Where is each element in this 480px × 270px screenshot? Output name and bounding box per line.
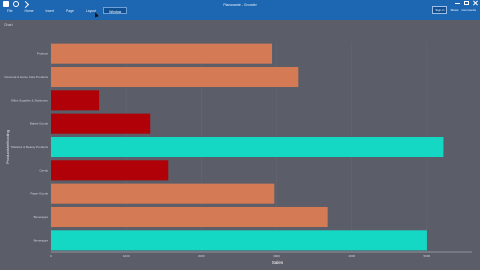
- ribbon-right-tools: Sign in Share Comments: [432, 6, 476, 14]
- tab-layout[interactable]: Layout: [81, 7, 101, 14]
- tab-window[interactable]: Window: [103, 7, 128, 14]
- bar[interactable]: [51, 90, 100, 111]
- sign-in-button[interactable]: Sign in: [432, 6, 448, 14]
- y-axis-title: Productshelfcoding: [5, 130, 10, 164]
- category-label: Beverages: [34, 215, 49, 219]
- tab-file[interactable]: File: [2, 7, 17, 14]
- x-tick-label: 4000: [348, 254, 355, 258]
- bar[interactable]: [51, 160, 169, 181]
- x-tick-label: 0: [50, 254, 52, 258]
- window-controls: [455, 1, 478, 5]
- category-label: Produce: [37, 52, 49, 56]
- bar[interactable]: [51, 183, 275, 204]
- tab-home[interactable]: Home: [19, 7, 38, 14]
- x-tick-label: 5000: [424, 254, 431, 258]
- x-tick-label: 1000: [123, 254, 130, 258]
- ribbon-tabs: File Home Insert Page Layout Window: [2, 7, 128, 14]
- x-tick-label: 3000: [273, 254, 280, 258]
- x-tick-label: 2000: [198, 254, 205, 258]
- bar[interactable]: [51, 206, 328, 228]
- category-label: Personal & Home Care Products: [4, 75, 48, 79]
- bar[interactable]: [51, 66, 299, 88]
- bar[interactable]: [51, 230, 427, 251]
- category-label: Toiletries & Beauty Products: [10, 145, 48, 149]
- category-label: Office Supplies & Stationery: [11, 98, 49, 102]
- bar[interactable]: [51, 43, 273, 64]
- close-icon[interactable]: [473, 1, 478, 5]
- share-button[interactable]: Share: [450, 8, 458, 12]
- category-label: Candy: [39, 168, 48, 172]
- category-label: Beverages: [34, 238, 49, 242]
- maximize-icon[interactable]: [464, 1, 469, 5]
- category-label: Paper Goods: [30, 192, 48, 196]
- tab-page[interactable]: Page: [61, 7, 79, 14]
- category-label: Baked Goods: [30, 122, 49, 126]
- bar-chart: Produce Personal & Home Care Products Offi…: [4, 42, 472, 265]
- bar[interactable]: [51, 136, 444, 158]
- tab-insert[interactable]: Insert: [41, 7, 59, 14]
- x-axis-title: Sales: [272, 260, 284, 265]
- comments-button[interactable]: Comments: [461, 8, 476, 12]
- bar[interactable]: [51, 113, 151, 134]
- minimize-icon[interactable]: [455, 1, 460, 5]
- title-bar: Planosante - Grunder File Home Insert Pa…: [0, 0, 480, 20]
